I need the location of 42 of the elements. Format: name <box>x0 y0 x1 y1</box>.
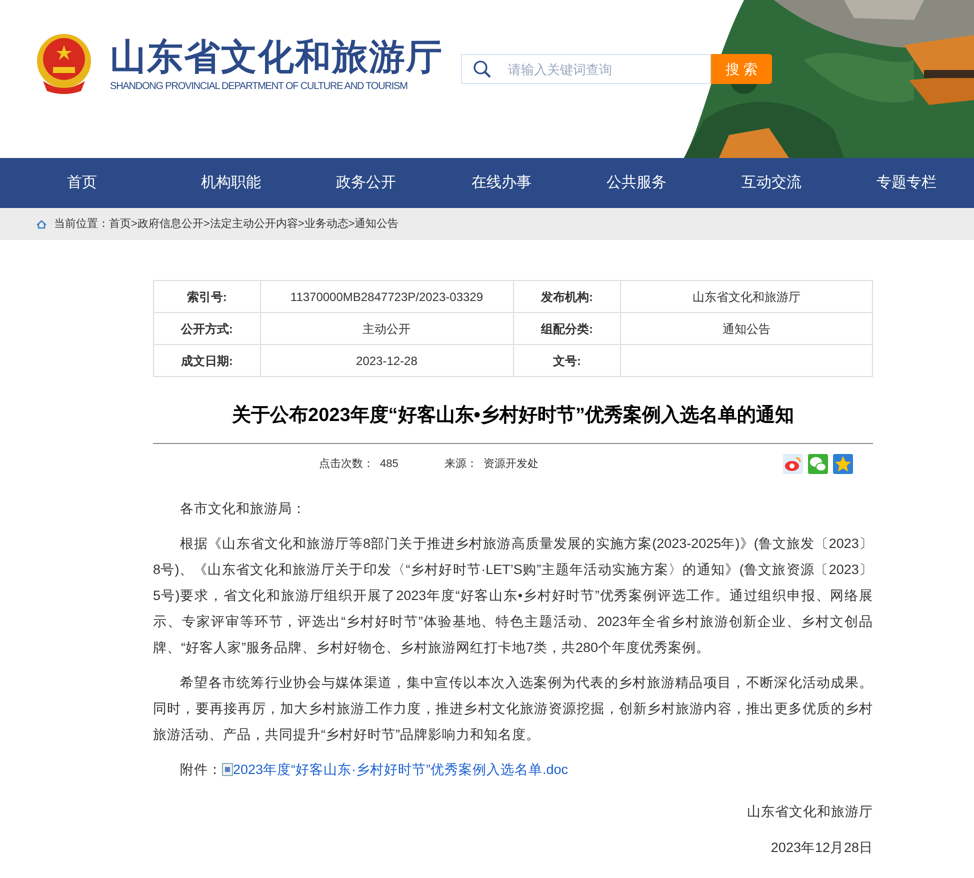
home-icon <box>36 220 47 228</box>
clicks-count: 485 <box>380 456 398 472</box>
field-label: 组配分类: <box>513 312 621 344</box>
field-label: 文号: <box>513 344 621 376</box>
site-title: 山东省文化和旅游厅 <box>110 34 443 78</box>
body-paragraph: 根据《山东省文化和旅游厅等8部门关于推进乡村旅游高质量发展的实施方案(2023-2025年)》(鲁文旅发〔2023〕8号)、《山东省文化和旅游厅关于印发〈“乡村好时节·LET’S购”主题年活动实施方案〉的通知》(鲁文旅资源〔2023〕5号)要求，省文化和旅游厅组织开展了2023年度“好客山东•乡村好时节”优秀案例评选工作。通过组织申报、网络展示、专家评审等环节，评选出“乡村好时节”体验基地、特色主题活动、2023年全省乡村旅游创新企业、乡村文创品牌、“好客人家”服务品牌、乡村好物仓、乡村旅游网红打卡地7类，共280个年度优秀案例。 <box>153 535 873 657</box>
clicks-label: 点击次数： <box>319 456 374 472</box>
signature-organization: 山东省文化和旅游厅 <box>746 803 873 821</box>
document-icon <box>222 763 233 776</box>
chat-bubbles-icon[interactable] <box>808 454 828 474</box>
attachment-label: 附件： <box>180 762 222 777</box>
salutation: 各市文化和旅游局： <box>179 500 307 518</box>
field-value: 通知公告 <box>620 312 872 344</box>
emblem-icon <box>35 33 93 95</box>
search-field[interactable]: 请输入关键词查询 <box>461 54 711 84</box>
breadcrumb-label: 当前位置： <box>54 216 109 232</box>
field-value: 2023-12-28 <box>260 344 514 376</box>
field-label: 公开方式: <box>154 312 260 344</box>
search-icon <box>473 60 491 78</box>
body-paragraph: 希望各市统筹行业协会与媒体渠道，集中宣传以本次入选案例为代表的乡村旅游精品项目，不断深化活动成果。同时，要再接再厉，加大乡村旅游工作力度，推进乡村文化旅游资源挖掘，创新乡村旅游内容，推出更多优质的乡村旅游活动、产品，共同提升“乡村好时节”品牌影响力和知名度。 <box>153 674 873 744</box>
source-label: 来源： <box>444 456 478 472</box>
attachment-link[interactable]: 2023年度“好客山东·乡村好时节”优秀案例入选名单.doc <box>233 762 568 777</box>
site-subtitle: SHANDONG PROVINCIAL DEPARTMENT OF CULTURE AND TOURISM <box>110 80 408 94</box>
field-label: 发布机构: <box>513 280 621 312</box>
nav-item[interactable]: 互动交流 <box>704 172 839 194</box>
article-title: 关于公布2023年度“好客山东•乡村好时节”优秀案例入选名单的通知 <box>230 403 795 428</box>
field-value: 山东省文化和旅游厅 <box>620 280 872 312</box>
nav-item[interactable]: 专题专栏 <box>838 172 974 194</box>
star-icon[interactable] <box>833 454 853 474</box>
signature-date: 2023年12月28日 <box>770 839 873 857</box>
nav-item[interactable]: 在线办事 <box>434 172 569 194</box>
nav-item[interactable]: 公共服务 <box>568 172 704 194</box>
source-value: 资源开发处 <box>483 456 538 472</box>
field-label: 成文日期: <box>154 344 260 376</box>
nav-item[interactable]: 机构职能 <box>164 172 299 194</box>
field-value: 主动公开 <box>260 312 514 344</box>
eye-icon[interactable] <box>783 454 803 474</box>
nav-item[interactable]: 首页 <box>0 172 164 194</box>
nav-item[interactable]: 政务公开 <box>298 172 434 194</box>
breadcrumb-path[interactable]: 首页>政府信息公开>法定主动公开内容>业务动态>通知公告 <box>109 216 399 232</box>
field-value: 11370000MB2847723P/2023-03329 <box>260 280 514 312</box>
field-label: 索引号: <box>154 280 260 312</box>
